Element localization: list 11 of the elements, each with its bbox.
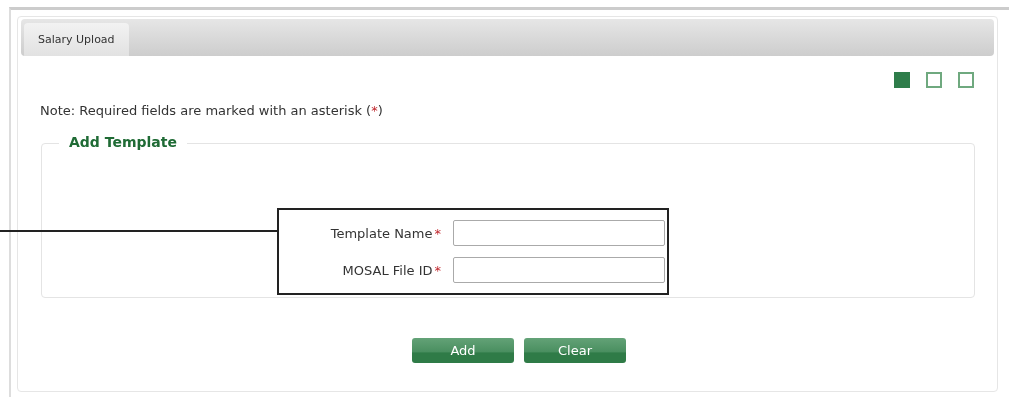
input-field[interactable] [453,220,665,246]
action-button[interactable]: Add [412,338,514,363]
required-note: Note: Required fields are marked with an asterisk (*) [40,103,384,118]
section-title: Add Template [59,134,187,150]
field-label: Template Name* [329,225,441,241]
input-field[interactable] [453,257,665,283]
step-indicator[interactable] [958,72,974,88]
step-indicator[interactable] [926,72,942,88]
field-label: MOSAL File ID* [341,262,441,278]
action-button[interactable]: Clear [524,338,626,363]
tab[interactable]: Salary Upload [24,23,129,56]
